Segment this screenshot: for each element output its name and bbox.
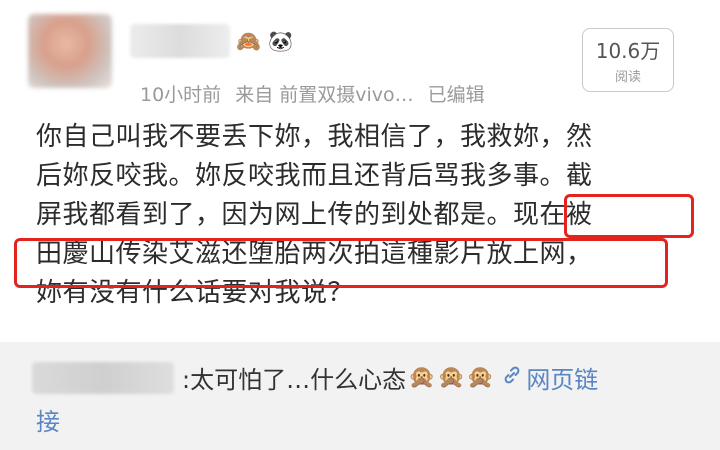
commenter-name-blurred[interactable] [32,362,174,394]
username-blurred[interactable] [130,24,230,58]
post-source-prefix: 来自 [235,84,274,106]
avatar[interactable] [28,14,112,88]
content-line: 你自己叫我不要丢下妳，我相信了，我救妳，然 [36,122,593,152]
post-edited: 已编辑 [427,84,485,106]
read-label: 阅读 [614,70,641,85]
monkey-badge-icon: 🙈 [236,29,261,53]
read-count: 10.6万 [595,39,661,63]
panda-badge-icon: 🐼 [268,29,293,53]
web-link-continued[interactable]: 接 [36,402,60,437]
post-time: 10小时前 [140,84,222,106]
content-line: 后妳反咬我。妳反咬我而且还背后骂我多事。截 [36,161,593,191]
comment-text-row: :太可怕了…什么心态 🙊 🙊 🙊 网页链 [182,360,598,395]
monkey-emoji-icon: 🙊 [437,365,465,390]
highlight-box-top [564,194,694,238]
weibo-post: 🙈 🐼 10小时前 来自 前置双摄vivo… 已编辑 10.6万 阅读 你自己叫… [0,0,720,340]
post-source[interactable]: 前置双摄vivo… [279,80,413,107]
comment-text: :太可怕了…什么心态 [182,366,407,394]
comment-row: :太可怕了…什么心态 🙊 🙊 🙊 网页链 接 [0,342,720,450]
monkey-emoji-icon: 🙊 [466,365,495,390]
highlight-box-bottom [14,238,668,288]
web-link[interactable]: 网页链 [526,360,598,395]
link-icon[interactable] [502,365,522,391]
post-meta: 10小时前 来自 前置双摄vivo… 已编辑 [140,80,485,107]
read-count-box: 10.6万 阅读 [582,28,674,92]
monkey-emoji-icon: 🙊 [408,365,436,390]
